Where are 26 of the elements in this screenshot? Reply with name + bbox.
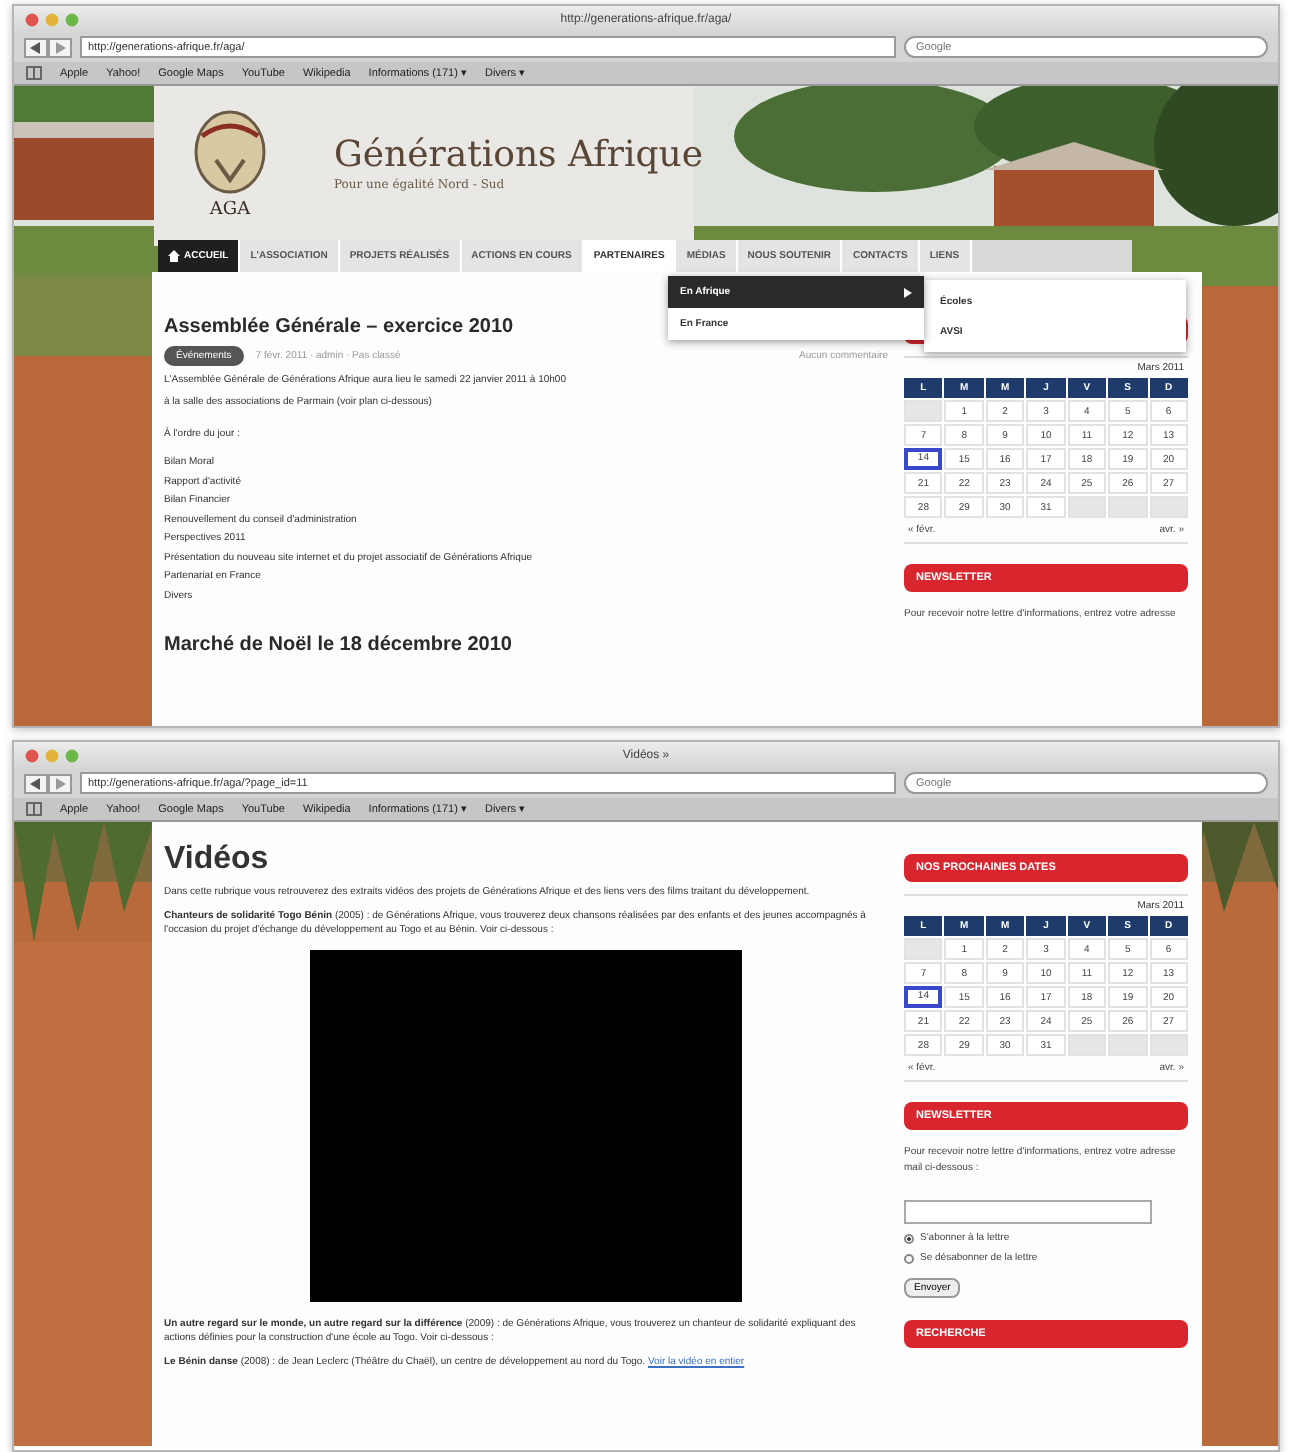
post-title[interactable]: Marché de Noël le 18 décembre 2010: [164, 634, 888, 656]
book-icon[interactable]: [26, 66, 42, 80]
calendar-cell: [1108, 496, 1148, 518]
site-title: Générations Afrique: [334, 134, 703, 176]
email-field[interactable]: [904, 1200, 1152, 1224]
right-arrow-icon: [54, 777, 66, 789]
calendar-cell: [1149, 496, 1188, 518]
radio-button[interactable]: [904, 1253, 914, 1263]
calendar-cell: [1108, 1034, 1148, 1056]
submenu-arrow-icon: [904, 287, 912, 297]
left-arrow-icon: [30, 777, 42, 789]
right-arrow-icon: [54, 41, 66, 53]
calendar-cell: [1149, 1034, 1188, 1056]
calendar-cell: [904, 400, 943, 422]
radio-button[interactable]: [904, 1233, 914, 1243]
back-button[interactable]: [24, 773, 48, 793]
window-buttons-icon[interactable]: [24, 11, 84, 27]
calendar-cell: [1067, 1034, 1107, 1056]
home-icon: [168, 250, 180, 262]
window-buttons-icon[interactable]: [24, 747, 84, 763]
page-title: Vidéos: [164, 842, 271, 878]
left-arrow-icon: [30, 41, 42, 53]
book-icon[interactable]: [26, 802, 42, 816]
calendar-cell: [904, 938, 943, 960]
calendar-cell: [1067, 496, 1107, 518]
back-button[interactable]: [24, 37, 48, 57]
